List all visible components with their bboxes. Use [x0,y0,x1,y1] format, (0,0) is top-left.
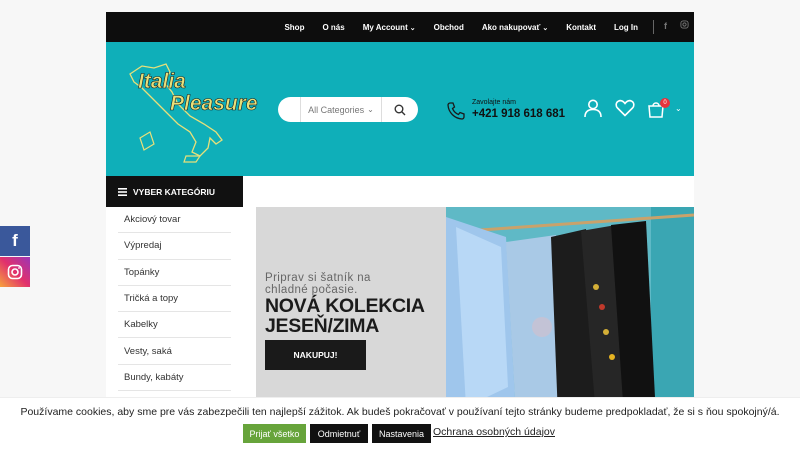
category-item-bundy-kabaty[interactable]: Bundy, kabáty [118,365,231,392]
category-item-vesty-saka[interactable]: Vesty, saká [118,338,231,365]
chevron-down-icon[interactable]: ⌄ [675,104,682,113]
category-item-tricka-a-topy[interactable]: Tričká a topy [118,286,231,313]
logo-text-pleasure: Pleasure [170,92,258,116]
nav-o-nas[interactable]: O nás [322,23,344,32]
floating-instagram-button[interactable] [0,257,30,287]
heart-icon [615,99,635,117]
nav-shop[interactable]: Shop [284,23,304,32]
hamburger-icon [118,187,127,196]
instagram-icon [7,264,23,280]
nav-ako-nakupovat[interactable]: Ako nakupovať ⌄ [482,23,548,32]
facebook-icon[interactable]: f [664,21,667,31]
nav-log-in[interactable]: Log In [614,23,638,32]
topbar-divider [653,20,654,34]
cookie-reject-button[interactable]: Odmietnuť [310,424,368,443]
search-bar: All Categories ⌄ [278,97,418,122]
hero-title: NOVÁ KOLEKCIA JESEŇ/ZIMA [265,296,425,336]
chevron-down-icon: ⌄ [542,24,549,32]
hero-banner: Priprav si šatník na chladné počasie. NO… [256,207,694,417]
search-input[interactable] [278,97,300,122]
category-list: Akciový tovar Výpredaj Topánky Tričká a … [106,207,243,392]
category-select-label: All Categories [308,104,365,115]
hero-clothing-image [446,207,694,417]
site-header: Italia Pleasure All Categories ⌄ Zavolaj… [106,42,694,176]
user-icon [584,99,602,118]
category-item-akciovy-tovar[interactable]: Akciový tovar [118,207,231,234]
category-item-topanky[interactable]: Topánky [118,260,231,286]
category-menu-header[interactable]: VYBER KATEGÓRIU [106,176,243,207]
shop-now-button[interactable]: NAKUPUJ! [265,340,366,370]
facebook-icon: f [12,231,18,250]
category-item-vypredaj[interactable]: Výpredaj [118,233,231,260]
hero-subtitle: Priprav si šatník na chladné počasie. [265,272,371,296]
wishlist-button[interactable] [615,99,635,122]
clothing-rack-illustration [446,207,694,417]
floating-facebook-button[interactable]: f [0,226,30,256]
phone-label: Zavolajte nám [472,99,516,106]
cookie-consent-bar: Používame cookies, aby sme pre vás zabez… [0,397,800,450]
nav-ako-nakupovat-label: Ako nakupovať [481,22,541,32]
category-item-kabelky[interactable]: Kabelky [118,312,231,339]
account-button[interactable] [583,98,603,123]
category-menu-title: VYBER KATEGÓRIU [133,186,216,197]
phone-number: +421 918 618 681 [472,108,566,120]
nav-my-account[interactable]: My Account ⌄ [363,23,416,32]
cookie-accept-button[interactable]: Prijať všetko [243,424,306,443]
logo-text-italia: Italia [138,70,186,94]
chevron-down-icon: ⌄ [367,105,374,114]
cookie-settings-button[interactable]: Nastavenia [372,424,431,443]
hero-title-line1: NOVÁ KOLEKCIA [265,295,425,317]
top-navigation: Shop O nás My Account ⌄ Obchod Ako nakupo… [284,12,638,42]
cart-count-badge: 0 [660,98,670,108]
category-select[interactable]: All Categories ⌄ [300,97,382,122]
top-bar: Shop O nás My Account ⌄ Obchod Ako nakupo… [106,12,694,42]
privacy-policy-link[interactable]: Ochrana osobných údajov [433,426,555,438]
search-icon [394,104,406,115]
nav-kontakt[interactable]: Kontakt [566,23,596,32]
site-logo[interactable]: Italia Pleasure [120,52,270,164]
search-button[interactable] [382,97,418,122]
nav-obchod[interactable]: Obchod [434,23,464,32]
phone-icon [447,102,465,120]
cookie-message: Používame cookies, aby sme pre vás zabez… [20,406,780,418]
page-wrapper: Shop O nás My Account ⌄ Obchod Ako nakupo… [106,12,694,450]
chevron-down-icon: ⌄ [409,24,416,32]
nav-my-account-label: My Account [362,22,408,32]
instagram-icon[interactable] [680,20,689,31]
hero-title-line2: JESEŇ/ZIMA [265,315,380,337]
